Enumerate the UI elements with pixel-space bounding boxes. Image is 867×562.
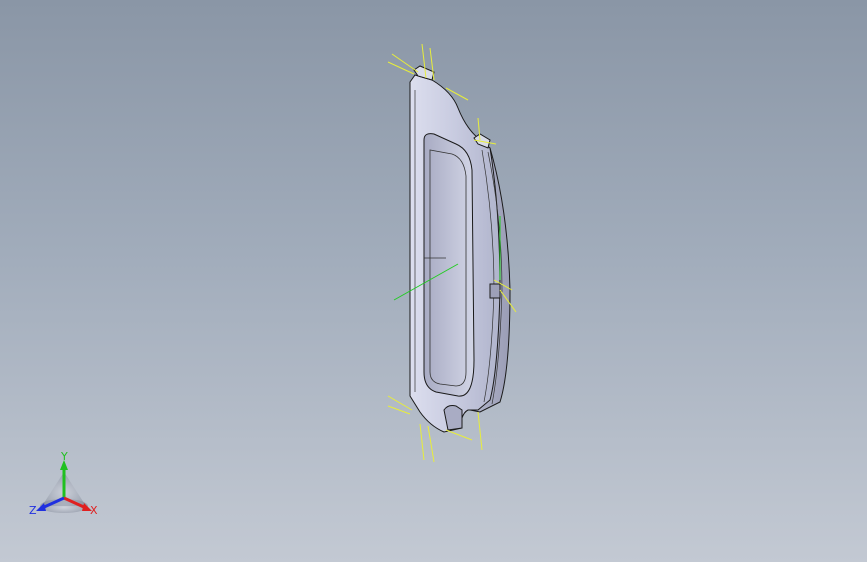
triad-x-label: X bbox=[90, 504, 98, 517]
grip-recess bbox=[423, 133, 475, 397]
triad-z-label: Z bbox=[29, 504, 37, 517]
handle-part-model[interactable] bbox=[0, 0, 867, 562]
triad-y-label: Y bbox=[60, 450, 68, 463]
view-triad: Y X Z bbox=[24, 448, 104, 520]
side-latch bbox=[489, 283, 501, 299]
graphics-viewport[interactable]: Y X Z bbox=[0, 0, 867, 562]
